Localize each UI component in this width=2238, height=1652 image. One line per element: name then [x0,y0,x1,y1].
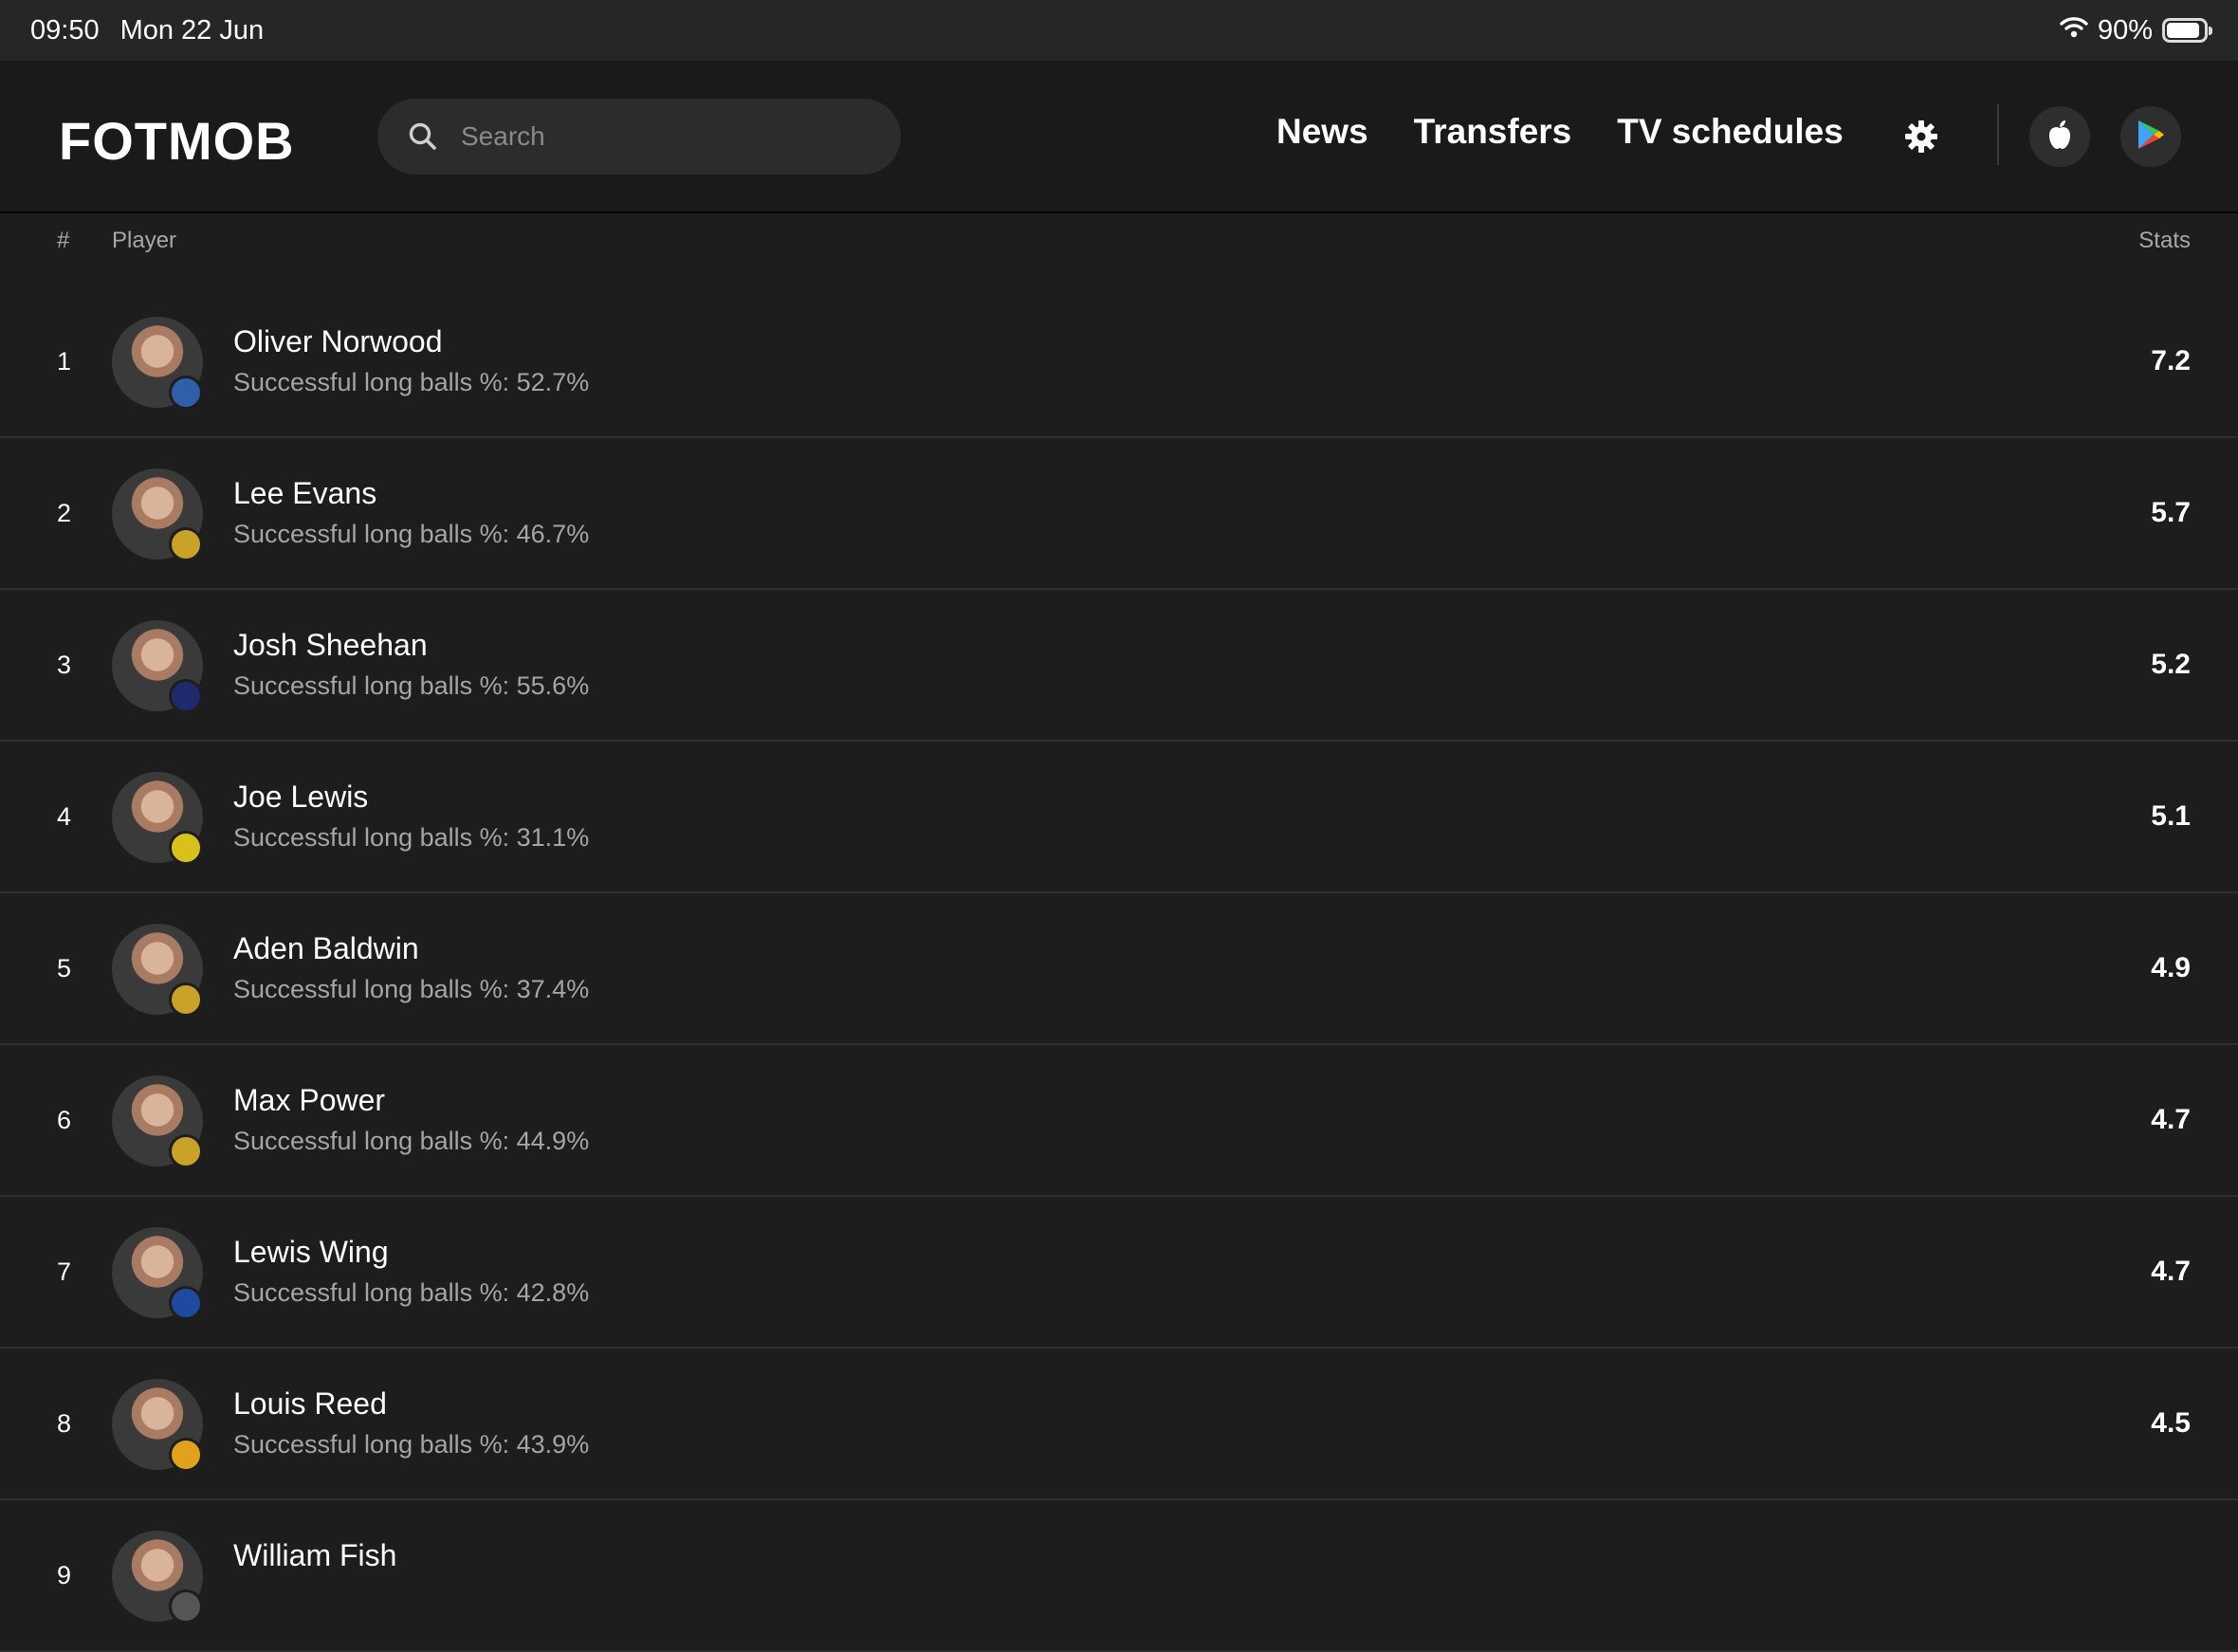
player-name: Josh Sheehan [233,628,428,662]
table-row[interactable]: 9 William Fish [0,1500,2238,1652]
player-stat-detail: Successful long balls %: 37.4% [233,975,590,1003]
nav-transfers[interactable]: Transfers [1414,112,1572,152]
player-stat-detail: Successful long balls %: 52.7% [233,368,590,396]
player-rank: 2 [57,499,72,527]
table-row[interactable]: 3 Josh Sheehan Successful long balls %: … [0,590,2238,742]
status-time: 09:50 [30,14,100,46]
main-nav: News Transfers TV schedules [1276,112,1844,152]
team-badge-icon [169,376,203,410]
table-row[interactable]: 2 Lee Evans Successful long balls %: 46.… [0,438,2238,590]
table-row[interactable]: 7 Lewis Wing Successful long balls %: 42… [0,1197,2238,1349]
player-stat-detail: Successful long balls %: 42.8% [233,1278,590,1307]
player-rank: 1 [57,347,72,376]
app-header: FOTMOB News Transfers TV schedules [0,61,2238,213]
search-bar[interactable] [377,99,901,174]
player-rank: 9 [57,1561,72,1589]
player-stat-value: 5.2 [2151,649,2191,680]
column-player: Player [112,228,177,253]
table-row[interactable]: 1 Oliver Norwood Successful long balls %… [0,286,2238,438]
nav-tv-schedules[interactable]: TV schedules [1617,112,1844,152]
player-name: Louis Reed [233,1386,387,1421]
player-rank: 8 [57,1409,72,1438]
team-badge-icon [169,679,203,713]
player-rank: 5 [57,954,72,982]
nav-news[interactable]: News [1276,112,1368,152]
player-stat-value: 4.7 [2151,1104,2191,1135]
player-name: Max Power [233,1083,386,1117]
google-play-icon [2137,119,2165,155]
player-rank: 7 [57,1257,72,1286]
team-badge-icon [169,527,203,561]
player-name: William Fish [233,1538,397,1572]
table-header: # Player Stats [0,214,2238,271]
fotmob-logo[interactable]: FOTMOB [59,110,295,172]
player-name: Aden Baldwin [233,931,419,965]
player-stat-detail: Successful long balls %: 44.9% [233,1127,590,1155]
player-list: 1 Oliver Norwood Successful long balls %… [0,286,2238,1652]
player-stat-value: 4.7 [2151,1256,2191,1287]
player-rank: 4 [57,802,72,831]
team-badge-icon [169,982,203,1017]
player-rank: 3 [57,651,72,679]
team-badge-icon [169,1134,203,1168]
team-badge-icon [169,1589,203,1624]
battery-icon [2162,18,2212,43]
team-badge-icon [169,831,203,865]
battery-percent: 90% [2097,14,2153,46]
player-stat-value: 5.7 [2151,497,2191,528]
player-stat-value: 4.9 [2151,952,2191,983]
player-stat-detail: Successful long balls %: 31.1% [233,823,590,852]
status-date: Mon 22 Jun [119,14,265,46]
table-row[interactable]: 4 Joe Lewis Successful long balls %: 31.… [0,742,2238,893]
player-stat-detail: Successful long balls %: 46.7% [233,520,590,548]
status-bar: 09:50 Mon 22 Jun 90% [0,0,2238,61]
apple-icon [2046,119,2073,155]
google-play-button[interactable] [2120,106,2181,167]
table-row[interactable]: 6 Max Power Successful long balls %: 44.… [0,1045,2238,1197]
app-store-button[interactable] [2029,106,2090,167]
player-stat-value: 5.1 [2151,800,2191,832]
search-input[interactable] [459,120,876,153]
team-badge-icon [169,1286,203,1320]
player-name: Joe Lewis [233,780,369,814]
player-name: Oliver Norwood [233,324,443,358]
wifi-icon [2060,15,2088,46]
player-stat-detail: Successful long balls %: 55.6% [233,671,590,700]
player-name: Lewis Wing [233,1235,389,1269]
column-stats: Stats [2138,228,2191,253]
column-rank: # [57,228,70,253]
battery-level [2167,23,2200,38]
team-badge-icon [169,1438,203,1472]
table-row[interactable]: 8 Louis Reed Successful long balls %: 43… [0,1349,2238,1500]
player-stat-value: 7.2 [2151,345,2191,376]
settings-gear-icon[interactable] [1904,119,1938,154]
table-row[interactable]: 5 Aden Baldwin Successful long balls %: … [0,893,2238,1045]
search-icon [408,121,438,152]
player-stat-value: 4.5 [2151,1407,2191,1439]
player-name: Lee Evans [233,476,377,510]
header-divider [1997,104,1999,165]
player-rank: 6 [57,1106,72,1134]
player-stat-detail: Successful long balls %: 43.9% [233,1430,590,1459]
